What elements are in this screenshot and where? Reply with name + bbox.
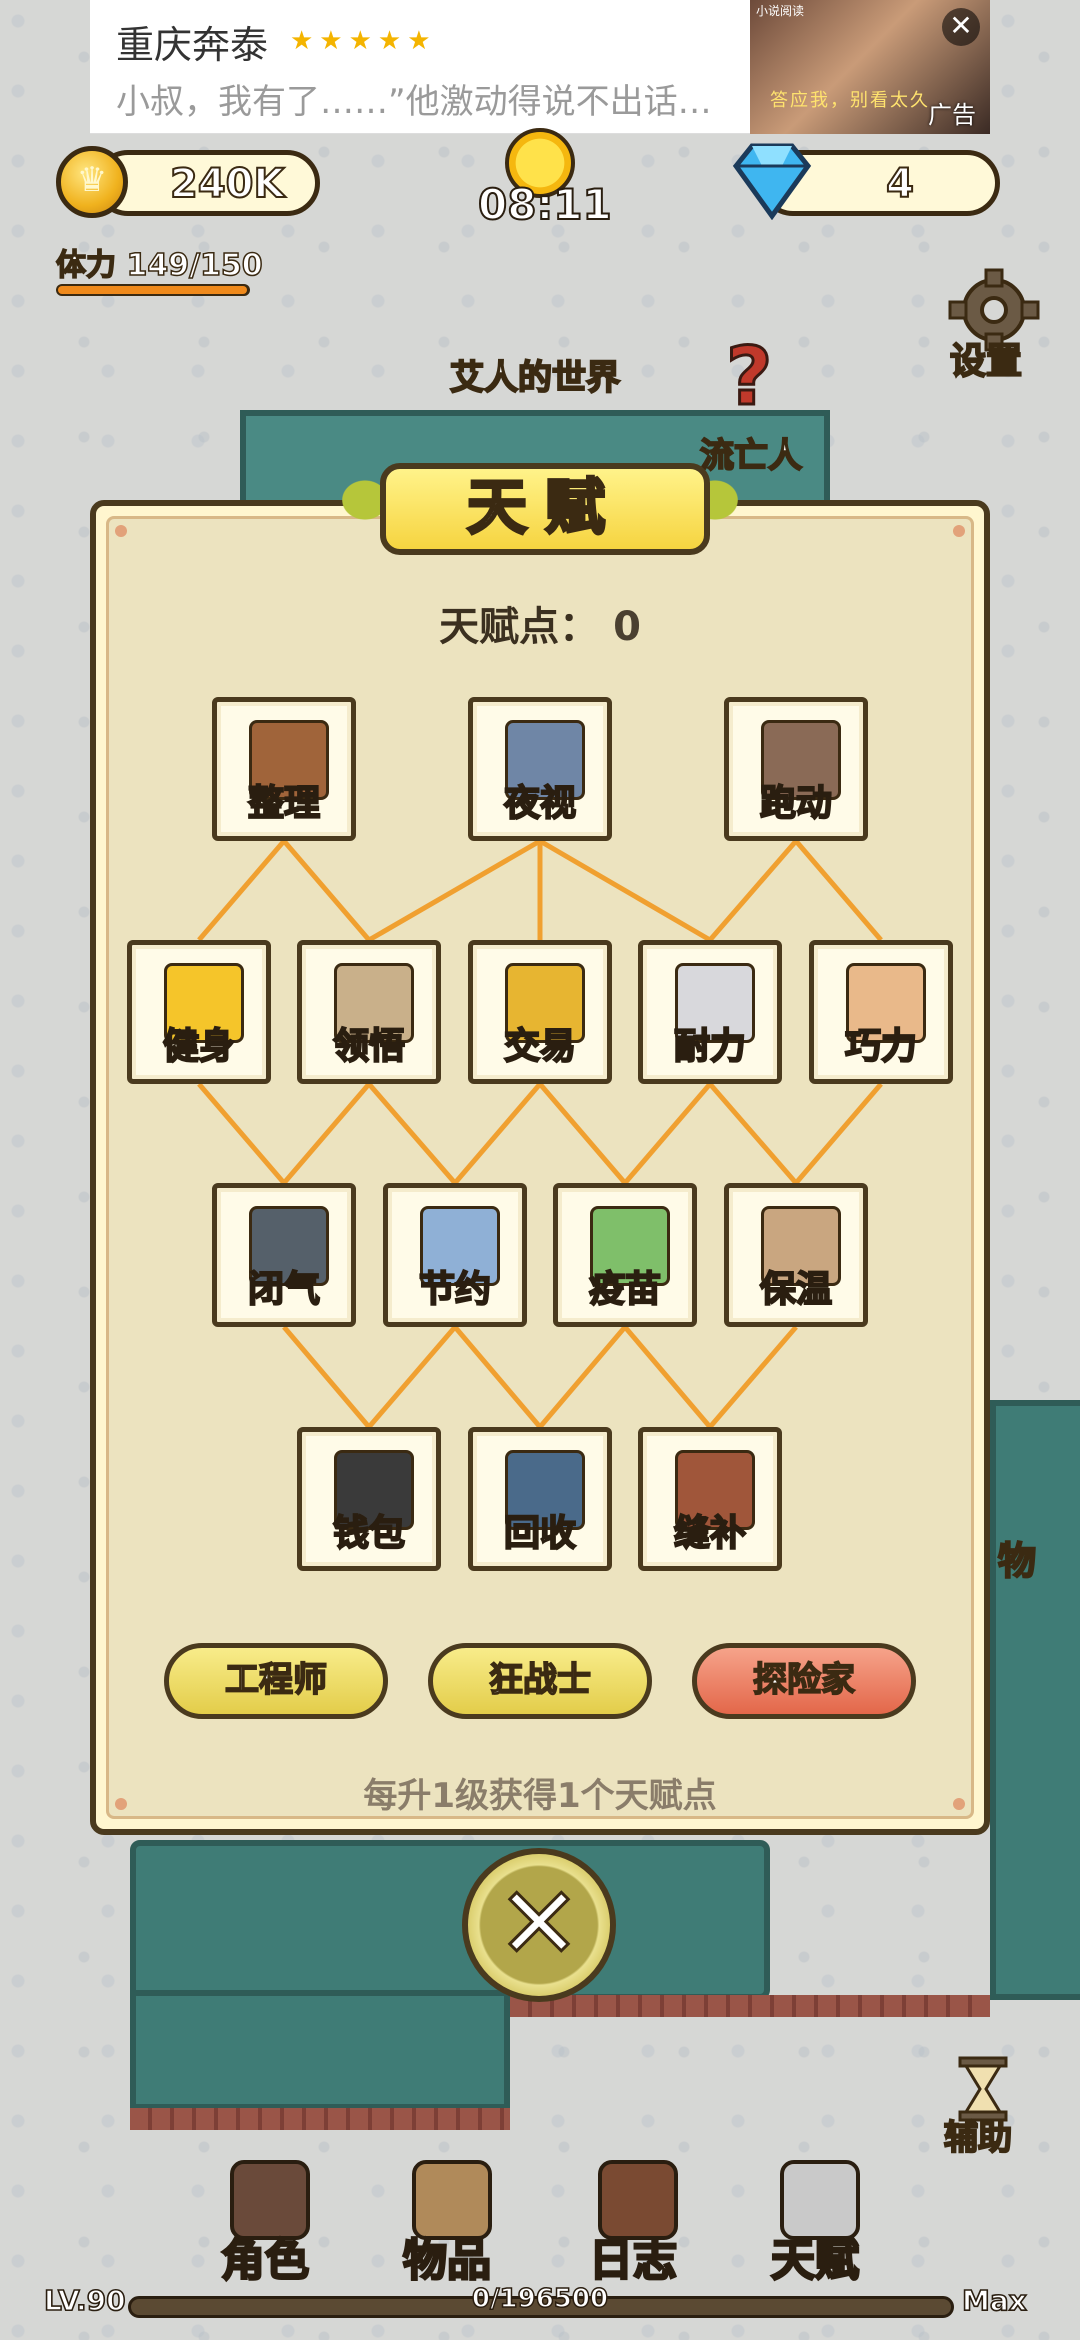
talent-node-label: 缝补 (673, 1512, 747, 1555)
talent-node[interactable]: 疫苗 (553, 1183, 697, 1327)
player-level: LV.90 (43, 2283, 126, 2318)
talent-node[interactable]: 保温 (724, 1183, 868, 1327)
nav-label: 角色 (220, 2234, 311, 2288)
talent-node[interactable]: 交易 (468, 940, 612, 1084)
diamond-icon (732, 143, 812, 220)
world-location-label[interactable]: 艾人的世界 (449, 350, 621, 399)
talent-points-value: 0 (613, 604, 641, 650)
coin-counter: 240K (95, 150, 320, 216)
nav-item-items[interactable]: 物品 (372, 2150, 522, 2287)
talent-node-label: 整理 (247, 782, 321, 825)
close-button[interactable]: ✕ (462, 1848, 616, 2002)
ad-title: 重庆奔泰 (116, 25, 269, 67)
experience-text: 0/196500 (471, 2283, 609, 2315)
talent-title: 天赋 (380, 463, 710, 555)
talent-node[interactable]: 健身 (127, 940, 271, 1084)
talent-node[interactable]: 整理 (212, 697, 356, 841)
map-cliff (510, 1995, 990, 2017)
talent-node[interactable]: 节约 (383, 1183, 527, 1327)
nav-label: 物品 (402, 2234, 493, 2288)
map-lake (990, 1400, 1080, 2000)
ad-image-top-text: 小说阅读 (756, 4, 805, 18)
talent-node-label: 健身 (162, 1025, 236, 1068)
side-location-label[interactable]: 物 (997, 1530, 1037, 1585)
talent-node[interactable]: 缝补 (638, 1427, 782, 1571)
ad-description: 小叔，我有了……”他激动得说不出话… (116, 82, 712, 122)
stamina-bar-fill (58, 286, 247, 294)
nav-label: 天赋 (770, 2234, 861, 2288)
talent-points-label: 天赋点： (439, 604, 600, 650)
max-label: Max (961, 2283, 1027, 2318)
stamina-bar (56, 284, 250, 296)
ad-image[interactable]: 小说阅读 答应我，别看太久 ✕ 广告 (750, 0, 990, 134)
corner-rivet (115, 525, 127, 537)
quest-marker-icon[interactable]: ? (724, 329, 773, 425)
stamina-label: 体力 149/150 (55, 247, 263, 284)
talent-node-label: 疫苗 (588, 1268, 662, 1311)
class-button-engineer[interactable]: 工程师 (164, 1643, 388, 1719)
talent-node-label: 保温 (759, 1268, 833, 1311)
talent-node[interactable]: 领悟 (297, 940, 441, 1084)
talent-node[interactable]: 夜视 (468, 697, 612, 841)
crown-coin-icon: ♛ (56, 146, 128, 218)
talent-points-row: 天赋点： 0 (0, 594, 1080, 652)
talent-node[interactable]: 钱包 (297, 1427, 441, 1571)
ad-image-caption: 答应我，别看太久 (770, 90, 930, 111)
map-lake (130, 1840, 770, 2000)
talent-node-label: 节约 (418, 1268, 492, 1311)
talent-node-label: 回收 (503, 1512, 577, 1555)
talent-node[interactable]: 耐力 (638, 940, 782, 1084)
map-lake (130, 1990, 510, 2110)
talent-node-label: 巧力 (844, 1025, 918, 1068)
coin-amount: 240K (169, 160, 285, 208)
class-button-berserker[interactable]: 狂战士 (428, 1643, 652, 1719)
talent-node[interactable]: 回收 (468, 1427, 612, 1571)
class-button-explorer[interactable]: 探险家 (692, 1643, 916, 1719)
ad-label: 广告 (928, 101, 976, 129)
talent-node[interactable]: 闭气 (212, 1183, 356, 1327)
corner-rivet (953, 525, 965, 537)
nav-item-journal[interactable]: 日志 (558, 2150, 708, 2287)
map-cliff (130, 2108, 510, 2130)
ad-rating-stars: ★★★★★ (290, 26, 437, 56)
ad-close-button[interactable]: ✕ (942, 8, 980, 46)
talent-node-label: 闭气 (247, 1268, 321, 1311)
talent-node-label: 跑动 (759, 782, 833, 825)
talent-node[interactable]: 巧力 (809, 940, 953, 1084)
nav-label: 日志 (588, 2234, 679, 2288)
talent-node-label: 交易 (503, 1025, 577, 1068)
talent-node-label: 领悟 (332, 1025, 406, 1068)
talent-node-label: 钱包 (332, 1512, 406, 1555)
talent-node[interactable]: 跑动 (724, 697, 868, 841)
talent-node-label: 夜视 (503, 782, 577, 825)
talent-node-label: 耐力 (673, 1025, 747, 1068)
nav-item-talent[interactable]: 天赋 (740, 2150, 890, 2287)
ad-banner[interactable]: 重庆奔泰 ★★★★★ 小叔，我有了……”他激动得说不出话… 小说阅读 答应我，别… (90, 0, 990, 134)
game-clock: 08:11 (477, 179, 613, 230)
settings-button-label[interactable]: 设置 (949, 332, 1023, 384)
nav-item-character[interactable]: 角色 (190, 2150, 340, 2287)
talent-footer-note: 每升1级获得1个天赋点 (363, 1776, 717, 1816)
